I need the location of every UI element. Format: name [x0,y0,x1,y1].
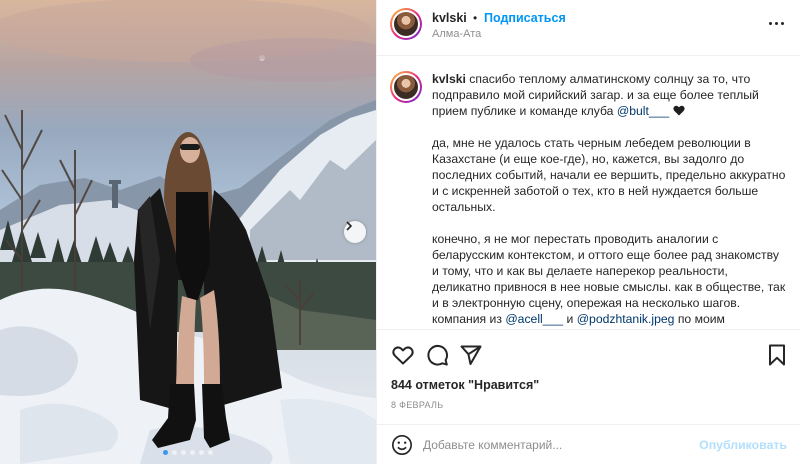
mention-link[interactable]: @acell___ [505,312,563,326]
carousel-dot [172,450,177,455]
more-options-button[interactable] [764,14,788,32]
black-heart-icon [672,105,685,116]
carousel-dot [208,450,213,455]
caption-text-part: и [563,312,577,326]
instagram-post: kvlski • Подписаться Алма-Ата kvlski спа… [0,0,800,464]
comment-button[interactable] [425,343,449,367]
chevron-right-icon [346,221,353,231]
post-photo[interactable] [0,0,376,464]
publish-button[interactable]: Опубликовать [699,438,787,452]
caption-paragraph: kvlski спасибо теплому алматинскому солн… [432,71,787,119]
post-header: kvlski • Подписаться Алма-Ата [377,0,800,56]
mention-link[interactable]: @bult___ [617,104,669,118]
more-dots-icon [768,21,772,25]
header-separator: • [473,11,478,25]
likes-count[interactable]: 844 отметок "Нравится" [391,378,539,392]
carousel-dot [190,450,195,455]
follow-button[interactable]: Подписаться [484,11,566,25]
save-button[interactable] [765,343,789,367]
like-button[interactable] [391,343,415,367]
caption-text: kvlski спасибо теплому алматинскому солн… [432,71,787,329]
caption-avatar[interactable] [390,71,422,103]
avatar[interactable] [390,8,422,40]
carousel-dot [181,450,186,455]
photo-scene [0,0,376,464]
carousel-next-button[interactable] [344,221,366,243]
post-details-panel: kvlski • Подписаться Алма-Ата kvlski спа… [376,0,800,464]
mention-link[interactable]: @podzhtanik.jpeg [577,312,675,326]
carousel-indicator [0,450,376,455]
caption-paragraph: да, мне не удалось стать черным лебедем … [432,136,786,214]
post-location[interactable]: Алма-Ата [432,28,481,40]
carousel-dot [199,450,204,455]
post-date[interactable]: 8 февраль [391,400,443,410]
caption-paragraph: конечно, я не мог перестать проводить ан… [432,231,787,329]
action-bar [377,329,800,375]
add-comment-bar: Опубликовать [377,424,800,464]
emoji-button[interactable] [391,434,413,456]
caption-username[interactable]: kvlski [432,72,466,86]
caption-section: kvlski спасибо теплому алматинскому солн… [377,57,800,329]
author-username[interactable]: kvlski [432,11,467,25]
comment-input[interactable] [423,435,703,455]
share-button[interactable] [459,343,483,367]
caption-text-part: спасибо теплому алматинскому солнцу за т… [432,72,759,118]
carousel-dot [163,450,168,455]
